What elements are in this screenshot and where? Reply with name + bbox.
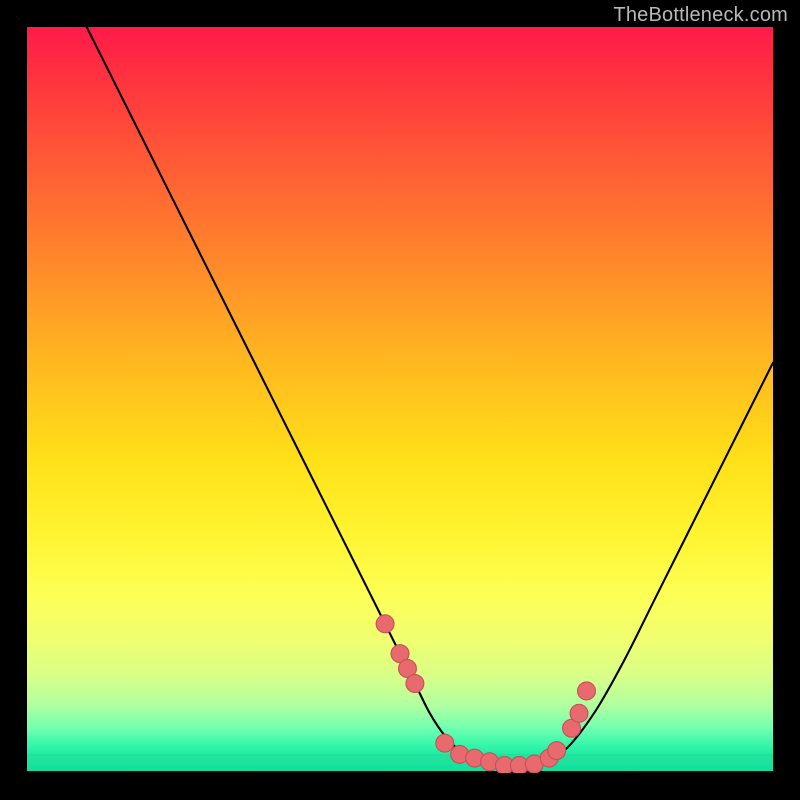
bottleneck-curve-svg xyxy=(27,27,773,773)
highlight-dot xyxy=(376,615,394,633)
bottleneck-curve-path xyxy=(87,27,773,766)
highlight-dot xyxy=(570,704,588,722)
chart-frame xyxy=(27,27,773,773)
watermark-text: TheBottleneck.com xyxy=(613,4,788,27)
highlight-dot xyxy=(578,682,596,700)
highlight-dot xyxy=(548,742,566,760)
highlight-dot xyxy=(436,734,454,752)
highlight-dot xyxy=(406,675,424,693)
highlighted-dots-group xyxy=(376,615,595,773)
